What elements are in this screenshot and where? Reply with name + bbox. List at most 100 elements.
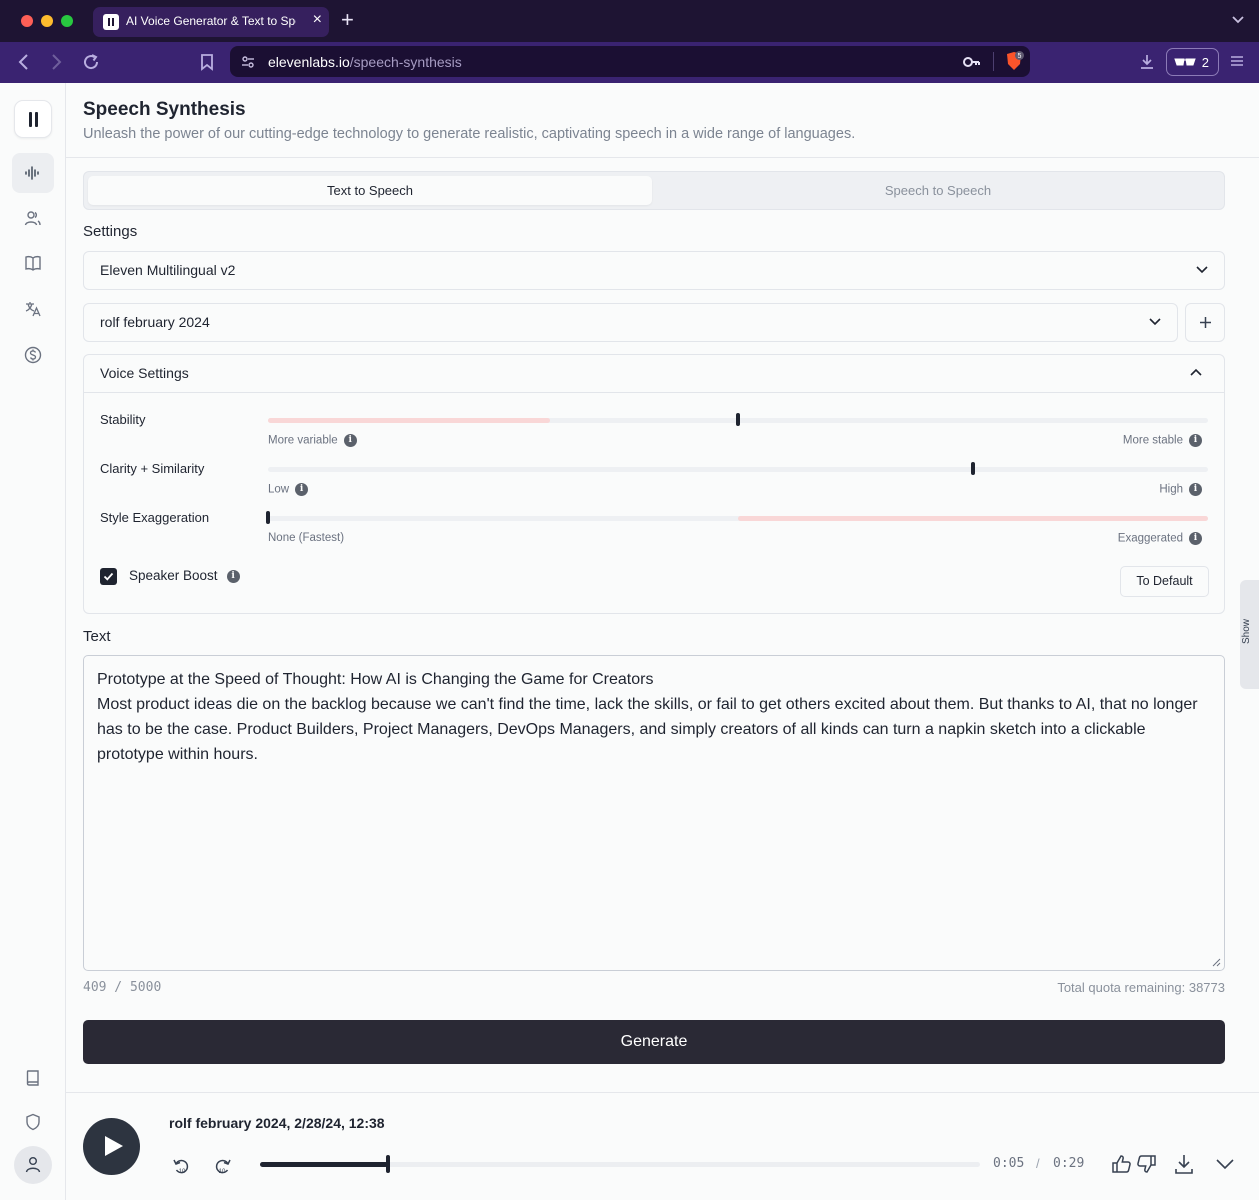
show-label: Show <box>1241 618 1253 645</box>
svg-text:5: 5 <box>1018 53 1022 60</box>
forward-icon[interactable] <box>48 53 64 71</box>
thumbs-up-icon[interactable] <box>1111 1154 1133 1174</box>
book-icon <box>26 1070 39 1086</box>
stability-slider-thumb[interactable] <box>736 413 740 426</box>
address-bar[interactable]: elevenlabs.io/speech-synthesis 5 <box>230 46 1030 77</box>
window-minimize-button[interactable] <box>41 15 53 27</box>
current-time: 0:05 <box>993 1156 1025 1171</box>
user-avatar[interactable] <box>14 1146 52 1184</box>
back-icon[interactable] <box>16 53 32 71</box>
play-button[interactable] <box>83 1118 140 1175</box>
playback-progress-bar[interactable] <box>260 1155 980 1173</box>
stability-label: Stability <box>100 412 146 427</box>
text-line-body: Most product ideas die on the backlog be… <box>97 696 1198 763</box>
text-input[interactable]: Prototype at the Speed of Thought: How A… <box>83 655 1225 971</box>
clarity-label: Clarity + Similarity <box>100 461 205 476</box>
stability-slider[interactable] <box>268 413 1208 426</box>
download-icon[interactable] <box>1174 1153 1194 1175</box>
resize-grip-icon[interactable] <box>1212 958 1221 967</box>
book-open-icon <box>25 256 41 271</box>
playback-progress-fill <box>260 1162 389 1167</box>
voice-select-value: rolf february 2024 <box>100 314 210 330</box>
style-min-hint: None (Fastest) <box>268 532 345 544</box>
speaker-boost-checkbox[interactable] <box>100 568 117 585</box>
clarity-min-hint: Low i <box>268 483 309 496</box>
downloads-icon[interactable] <box>1139 53 1155 71</box>
sidebar-item-privacy[interactable] <box>12 1102 54 1142</box>
forward-10-icon[interactable]: 10 <box>213 1156 233 1176</box>
window-close-button[interactable] <box>21 15 33 27</box>
sidebar-item-subscription[interactable] <box>12 335 54 375</box>
browser-tab-active[interactable]: AI Voice Generator & Text to Speech × <box>93 7 329 37</box>
voice-settings-title: Voice Settings <box>100 365 189 381</box>
thumbs-down-icon[interactable] <box>1135 1154 1157 1174</box>
header-divider <box>66 157 1259 158</box>
app-sidebar <box>0 83 66 1200</box>
dollar-circle-icon <box>24 346 42 364</box>
new-tab-button[interactable]: + <box>341 9 354 31</box>
rewind-10-icon[interactable]: 10 <box>171 1156 191 1176</box>
player-track-title: rolf february 2024, 2/28/24, 12:38 <box>169 1115 385 1131</box>
info-icon[interactable]: i <box>1189 434 1202 447</box>
stability-slider-fill <box>268 418 550 423</box>
shield-icon <box>26 1113 40 1131</box>
sidebar-item-docs[interactable] <box>12 1058 54 1098</box>
sidebar-item-projects[interactable] <box>12 243 54 283</box>
voice-select[interactable]: rolf february 2024 <box>83 303 1178 342</box>
password-key-icon[interactable] <box>963 55 981 69</box>
info-icon[interactable]: i <box>226 569 240 583</box>
info-icon[interactable]: i <box>1189 532 1202 545</box>
clarity-slider-thumb[interactable] <box>971 462 975 475</box>
bookmark-icon[interactable] <box>200 53 214 71</box>
tab-text-to-speech[interactable]: Text to Speech <box>88 176 652 205</box>
sidebar-item-voices[interactable] <box>12 198 54 238</box>
voice-settings-panel: Voice Settings Stability More variable i … <box>83 354 1225 614</box>
voice-settings-toggle[interactable]: Voice Settings <box>84 355 1224 393</box>
page-subtitle: Unleash the power of our cutting-edge te… <box>83 126 856 142</box>
svg-text:10: 10 <box>219 1169 226 1175</box>
generate-button[interactable]: Generate <box>83 1020 1225 1064</box>
site-settings-icon[interactable] <box>240 54 256 70</box>
main-content: Speech Synthesis Unleash the power of ou… <box>66 83 1259 1200</box>
style-exaggeration-slider-thumb[interactable] <box>266 511 270 524</box>
sidebar-item-dubbing[interactable] <box>12 289 54 329</box>
stability-max-hint: More stable i <box>1123 434 1202 447</box>
style-slider-fill <box>738 516 1208 521</box>
speaker-boost-label: Speaker Boost i <box>129 568 240 583</box>
reload-icon[interactable] <box>82 53 100 71</box>
text-label: Text <box>83 628 111 645</box>
info-icon[interactable]: i <box>295 483 309 496</box>
brave-shields-icon[interactable]: 5 <box>1003 50 1025 72</box>
window-zoom-button[interactable] <box>61 15 73 27</box>
info-icon[interactable]: i <box>343 434 357 447</box>
sidebar-item-speech-synthesis[interactable] <box>12 153 54 193</box>
time-separator: / <box>1036 1156 1040 1171</box>
chevron-up-icon <box>1190 368 1202 376</box>
style-exaggeration-label: Style Exaggeration <box>100 510 210 525</box>
info-icon[interactable]: i <box>1189 483 1202 496</box>
glasses-icon <box>1174 58 1196 66</box>
check-icon <box>103 572 114 581</box>
waveform-icon <box>25 166 39 180</box>
elevenlabs-favicon-icon <box>103 14 119 30</box>
tab-speech-to-speech[interactable]: Speech to Speech <box>656 176 1220 205</box>
show-side-panel-tab[interactable]: Show <box>1240 580 1259 689</box>
audio-player: rolf february 2024, 2/28/24, 12:38 10 10… <box>66 1092 1259 1200</box>
to-default-button[interactable]: To Default <box>1120 566 1209 597</box>
quota-remaining: Total quota remaining: 38773 <box>1057 980 1225 995</box>
menu-icon[interactable] <box>1229 53 1245 69</box>
clarity-max-hint: High i <box>1159 483 1202 496</box>
tab-list-chevron-icon[interactable] <box>1231 12 1245 26</box>
elevenlabs-logo-button[interactable] <box>14 100 52 138</box>
model-select-value: Eleven Multilingual v2 <box>100 262 236 278</box>
clarity-slider[interactable] <box>268 462 1208 475</box>
style-exaggeration-slider[interactable] <box>266 511 1208 524</box>
collapse-chevron-icon[interactable] <box>1216 1159 1234 1170</box>
character-counter: 409 / 5000 <box>83 980 162 995</box>
tab-close-icon[interactable]: × <box>313 11 322 29</box>
model-select[interactable]: Eleven Multilingual v2 <box>83 251 1225 290</box>
add-voice-button[interactable] <box>1185 303 1225 342</box>
url-text: elevenlabs.io/speech-synthesis <box>268 54 462 70</box>
reader-glasses-button[interactable]: 2 <box>1166 48 1219 76</box>
playback-progress-thumb[interactable] <box>386 1155 391 1173</box>
